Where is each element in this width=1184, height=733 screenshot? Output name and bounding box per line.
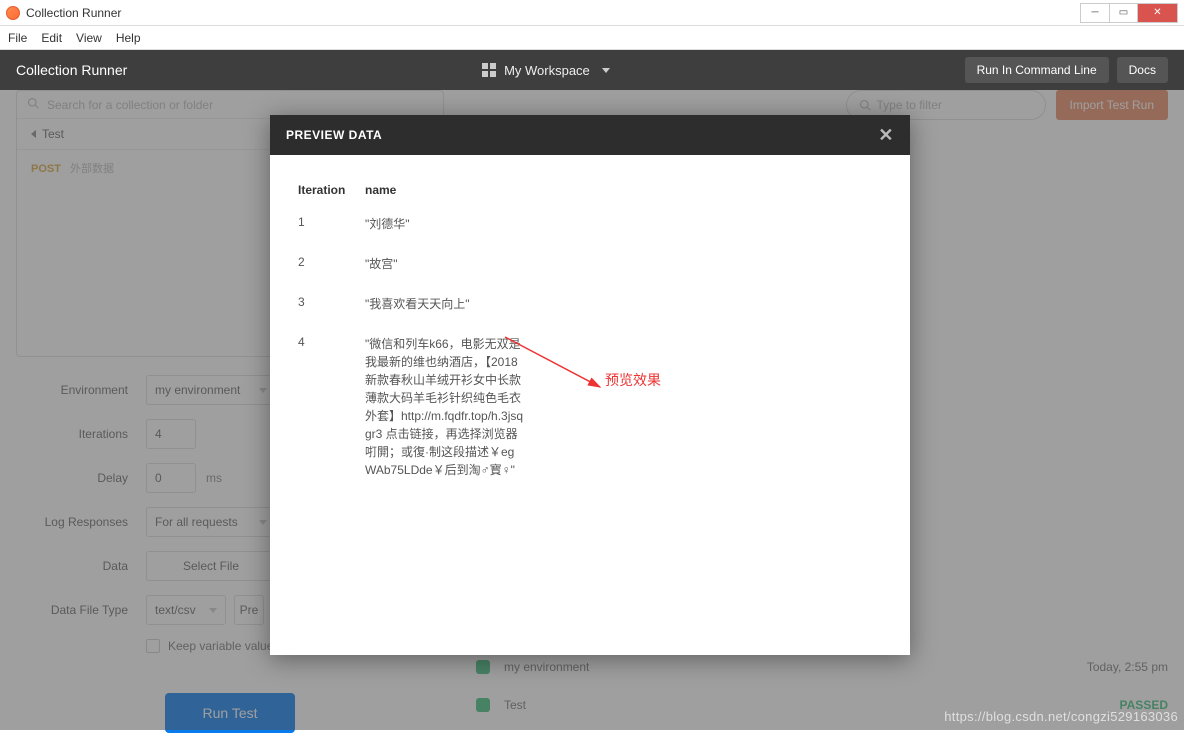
chevron-down-icon (602, 68, 610, 73)
workspace-selector[interactable]: My Workspace (482, 63, 610, 78)
cell-name: "我喜欢看天天向上" (365, 285, 525, 323)
menu-help[interactable]: Help (116, 31, 141, 45)
run-command-line-button[interactable]: Run In Command Line (965, 57, 1109, 83)
window-controls: ─ ▭ ✕ (1080, 3, 1178, 23)
preview-table: Iteration name 1 "刘德华" 2 "故宫" 3 "我喜欢看天天向… (296, 175, 527, 491)
cell-iteration: 1 (298, 205, 363, 243)
menu-view[interactable]: View (76, 31, 102, 45)
window-titlebar: Collection Runner ─ ▭ ✕ (0, 0, 1184, 26)
table-row: 2 "故宫" (298, 245, 525, 283)
table-row: 3 "我喜欢看天天向上" (298, 285, 525, 323)
close-button[interactable]: ✕ (1137, 4, 1177, 22)
col-iteration: Iteration (298, 177, 363, 203)
toolbar-title: Collection Runner (16, 62, 127, 78)
modal-close-button[interactable]: ✕ (878, 125, 894, 146)
app-toolbar: Collection Runner My Workspace Run In Co… (0, 50, 1184, 90)
window-title: Collection Runner (26, 6, 121, 20)
grid-icon (482, 63, 496, 77)
cell-name: "微信和列车k66，电影无双是我最新的维也纳酒店，【2018新款春秋山羊绒开衫女… (365, 325, 525, 489)
app-icon (6, 6, 20, 20)
col-name: name (365, 177, 525, 203)
modal-header: PREVIEW DATA ✕ (270, 115, 910, 155)
cell-name: "故宫" (365, 245, 525, 283)
menubar: File Edit View Help (0, 26, 1184, 50)
cell-iteration: 4 (298, 325, 363, 489)
docs-button[interactable]: Docs (1117, 57, 1168, 83)
cell-iteration: 3 (298, 285, 363, 323)
menu-edit[interactable]: Edit (41, 31, 62, 45)
cell-name: "刘德华" (365, 205, 525, 243)
menu-file[interactable]: File (8, 31, 27, 45)
maximize-button[interactable]: ▭ (1109, 4, 1137, 22)
preview-data-modal: PREVIEW DATA ✕ Iteration name 1 "刘德华" 2 … (270, 115, 910, 655)
watermark: https://blog.csdn.net/congzi529163036 (944, 709, 1178, 724)
workspace-label: My Workspace (504, 63, 590, 78)
modal-title: PREVIEW DATA (286, 128, 382, 142)
table-row: 4 "微信和列车k66，电影无双是我最新的维也纳酒店，【2018新款春秋山羊绒开… (298, 325, 525, 489)
table-row: 1 "刘德华" (298, 205, 525, 243)
cell-iteration: 2 (298, 245, 363, 283)
modal-body: Iteration name 1 "刘德华" 2 "故宫" 3 "我喜欢看天天向… (270, 155, 910, 655)
minimize-button[interactable]: ─ (1081, 4, 1109, 22)
annotation-label: 预览效果 (605, 370, 661, 390)
